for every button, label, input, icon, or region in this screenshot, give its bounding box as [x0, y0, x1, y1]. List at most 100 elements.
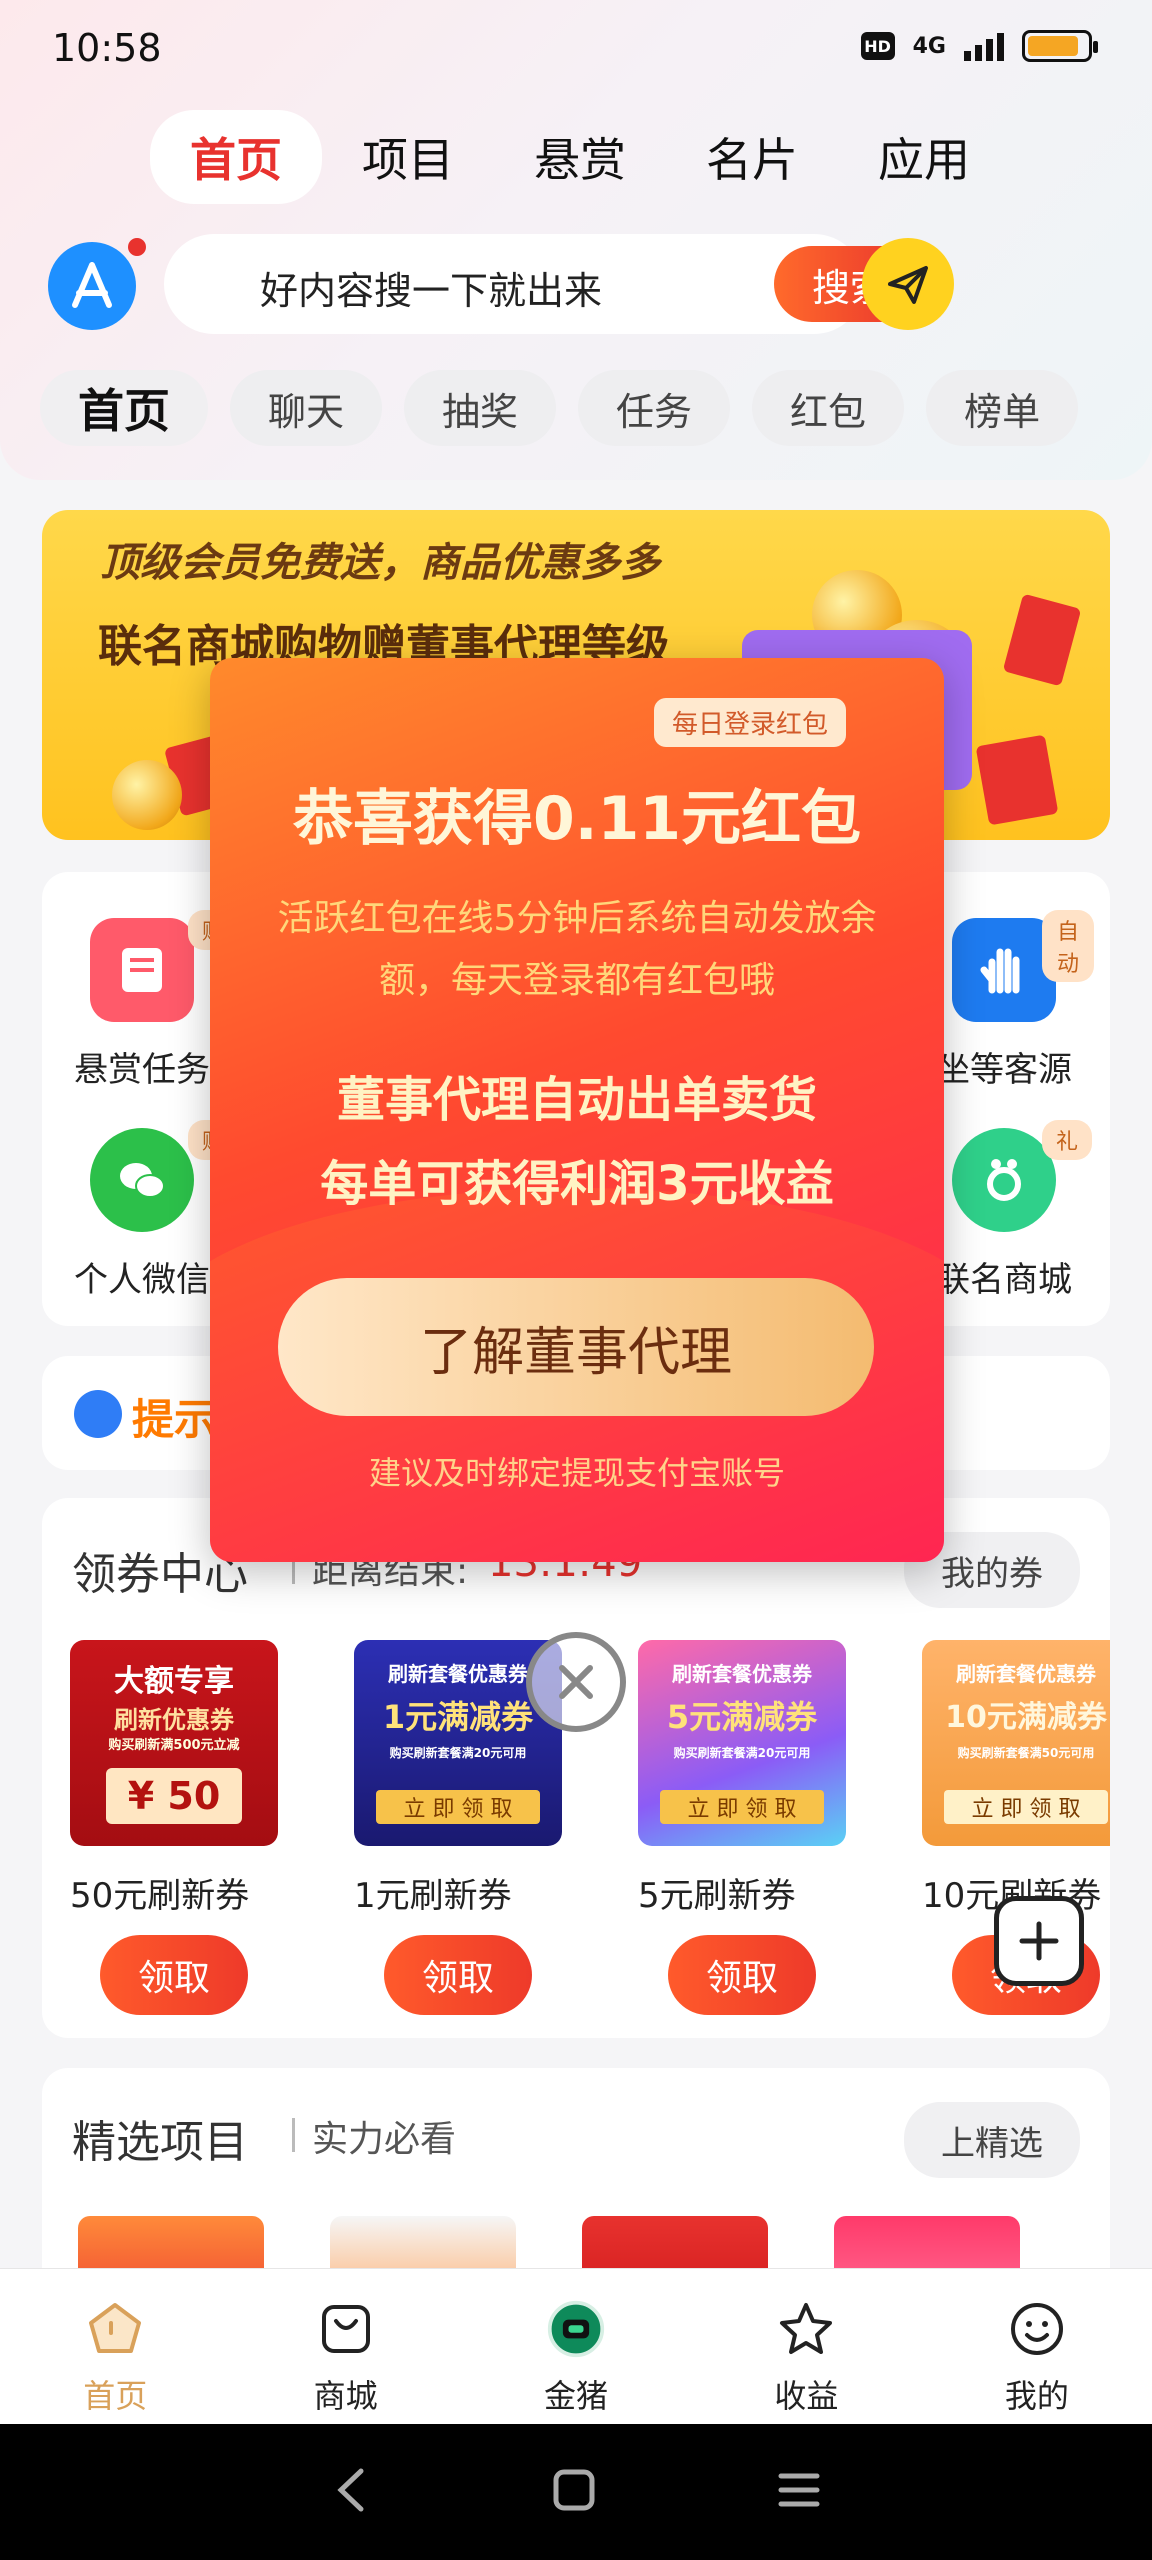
popup-highlight-line: 董事代理自动出单卖货	[336, 1072, 817, 1128]
coupon-name: 1元刷新券	[354, 1876, 512, 1916]
top-tab-projects[interactable]: 项目	[322, 110, 494, 204]
coupon-name: 50元刷新券	[70, 1876, 250, 1916]
grid-tag: 礼	[1042, 1120, 1093, 1160]
red-packet-popup: 每日登录红包 恭喜获得0.11元红包 活跃红包在线5分钟后系统自动发放余额，每天…	[210, 658, 944, 1562]
grid-tag: 自动	[1042, 910, 1094, 982]
featured-subtitle: 实力必看	[312, 2119, 457, 2160]
coupon-image-strip: 立 即 领 取	[944, 1790, 1108, 1824]
add-floating-button[interactable]	[994, 1896, 1084, 1986]
claim-button[interactable]: 领取	[100, 1935, 248, 2015]
coupon-image-big: 10元满减券	[945, 1700, 1107, 1735]
coupon-image-note: 购买刷新满500元立减	[108, 1738, 240, 1753]
close-icon[interactable]	[526, 1632, 626, 1732]
search-placeholder: 好内容搜一下就出来	[260, 269, 603, 313]
coupon-name: 5元刷新券	[638, 1876, 796, 1916]
red-envelope-icon	[1002, 593, 1082, 687]
sub-tab-chat[interactable]: 聊天	[230, 370, 383, 446]
wechat-icon	[90, 1128, 194, 1232]
nav-home[interactable]: 首页	[0, 2269, 230, 2424]
coupon-image-note: 购买刷新套餐满50元可用	[957, 1746, 1095, 1760]
mall-icon	[952, 1128, 1056, 1232]
back-icon[interactable]	[331, 2465, 371, 2519]
system-nav-bar	[0, 2424, 1152, 2560]
hd-icon: HD	[860, 32, 895, 60]
hand-icon	[952, 918, 1056, 1022]
popup-tag: 每日登录红包	[654, 698, 847, 747]
home-square-icon[interactable]	[552, 2468, 596, 2516]
pig-icon	[546, 2299, 606, 2359]
status-icons: HD 4G	[860, 30, 1098, 62]
top-tab-home[interactable]: 首页	[150, 110, 322, 204]
nav-label: 收益	[774, 2377, 839, 2415]
coupon-image-title: 大额专享	[114, 1664, 234, 1699]
coupon-image[interactable]: 刷新套餐优惠券 10元满减券 购买刷新套餐满50元可用 立 即 领 取	[922, 1640, 1110, 1846]
claim-button[interactable]: 领取	[668, 1935, 816, 2015]
nav-golden-pig[interactable]: 金猪	[461, 2269, 691, 2424]
document-icon	[90, 918, 194, 1022]
smile-icon	[1007, 2299, 1067, 2359]
star-icon	[776, 2299, 836, 2359]
coupon-image-title: 刷新套餐优惠券	[672, 1662, 812, 1686]
featured-title: 精选项目	[72, 2117, 248, 2168]
coupon-center: 领券中心 距离结束: 13:1:49 我的券 大额专享 刷新优惠券 购买刷新满5…	[42, 1498, 1110, 2038]
coupon-value: ¥ 50	[106, 1768, 242, 1824]
top-tab-bounty[interactable]: 悬赏	[494, 110, 666, 204]
bottom-nav: 首页 商城 金猪 收益 我的	[0, 2268, 1152, 2424]
nav-label: 首页	[83, 2377, 148, 2415]
grid-label: 个人微信	[74, 1260, 210, 1300]
search-row: 好内容搜一下就出来 搜索	[48, 234, 1108, 334]
shopping-bag-icon	[316, 2299, 376, 2359]
red-envelope-icon	[975, 734, 1059, 826]
sub-tab-ranking[interactable]: 榜单	[926, 370, 1079, 446]
title-divider	[292, 2118, 295, 2152]
status-time: 10:58	[52, 26, 162, 70]
battery-icon	[1022, 30, 1098, 62]
nav-label: 金猪	[544, 2377, 609, 2415]
nav-mall[interactable]: 商城	[230, 2269, 460, 2424]
coupon-image-strip: 立 即 领 取	[660, 1790, 824, 1824]
nav-earnings[interactable]: 收益	[691, 2269, 921, 2424]
banner-headline: 顶级会员免费送，商品优惠多多	[100, 540, 660, 586]
send-icon[interactable]	[862, 238, 954, 330]
popup-highlight: 董事代理自动出单卖货 每单可获得利润3元收益	[210, 1058, 944, 1226]
popup-title: 恭喜获得0.11元红包	[292, 784, 862, 854]
grid-item-bounty-task[interactable]: 赚 悬赏任务	[52, 910, 239, 1091]
search-input[interactable]: 好内容搜一下就出来 搜索	[164, 234, 926, 334]
sub-tab-lottery[interactable]: 抽奖	[404, 370, 557, 446]
grid-label: 悬赏任务	[74, 1050, 210, 1090]
network-label: 4G	[912, 33, 946, 59]
popup-description: 活跃红包在线5分钟后系统自动发放余额，每天登录都有红包哦	[277, 898, 877, 1001]
learn-director-agent-button[interactable]: 了解董事代理	[278, 1278, 874, 1416]
claim-button[interactable]: 领取	[384, 1935, 532, 2015]
sub-tab-red-packet[interactable]: 红包	[752, 370, 905, 446]
coupon-image[interactable]: 刷新套餐优惠券 5元满减券 购买刷新套餐满20元可用 立 即 领 取	[638, 1640, 846, 1846]
sub-tab-bar: 首页 聊天 抽奖 任务 红包 榜单	[40, 370, 1079, 446]
sub-tab-home[interactable]: 首页	[40, 370, 208, 446]
home-icon	[85, 2299, 145, 2359]
coupon-image-note: 购买刷新套餐满20元可用	[673, 1746, 811, 1760]
signal-icon	[964, 31, 1004, 61]
notice-text: 提示	[132, 1395, 217, 1444]
sub-tab-tasks[interactable]: 任务	[578, 370, 731, 446]
coupon-image-big: 5元满减券	[666, 1698, 818, 1736]
coin-icon	[112, 760, 182, 830]
promote-featured-button[interactable]: 上精选	[904, 2102, 1080, 2178]
menu-icon[interactable]	[777, 2468, 821, 2516]
coupon-image-note: 购买刷新套餐满20元可用	[389, 1746, 527, 1760]
top-tab-apps[interactable]: 应用	[838, 110, 1010, 204]
coupon-item: 大额专享 刷新优惠券 购买刷新满500元立减 ¥ 50 50元刷新券 领取	[70, 1640, 278, 2015]
app-store-icon[interactable]	[48, 242, 136, 330]
speaker-icon	[74, 1390, 122, 1438]
top-tab-card[interactable]: 名片	[666, 110, 838, 204]
coupon-image-strip: 立 即 领 取	[376, 1790, 540, 1824]
notification-dot	[128, 238, 146, 256]
nav-me[interactable]: 我的	[922, 2269, 1152, 2424]
nav-label: 我的	[1004, 2377, 1069, 2415]
coupon-image[interactable]: 大额专享 刷新优惠券 购买刷新满500元立减 ¥ 50	[70, 1640, 278, 1846]
grid-item-wechat[interactable]: 赚 个人微信	[52, 1120, 239, 1301]
popup-footer-note: 建议及时绑定提现支付宝账号	[368, 1454, 785, 1492]
top-tab-bar: 首页 项目 悬赏 名片 应用	[150, 110, 1010, 204]
popup-highlight-line: 每单可获得利润3元收益	[320, 1156, 834, 1212]
coupon-image-title: 刷新套餐优惠券	[956, 1662, 1096, 1686]
nav-label: 商城	[313, 2377, 378, 2415]
